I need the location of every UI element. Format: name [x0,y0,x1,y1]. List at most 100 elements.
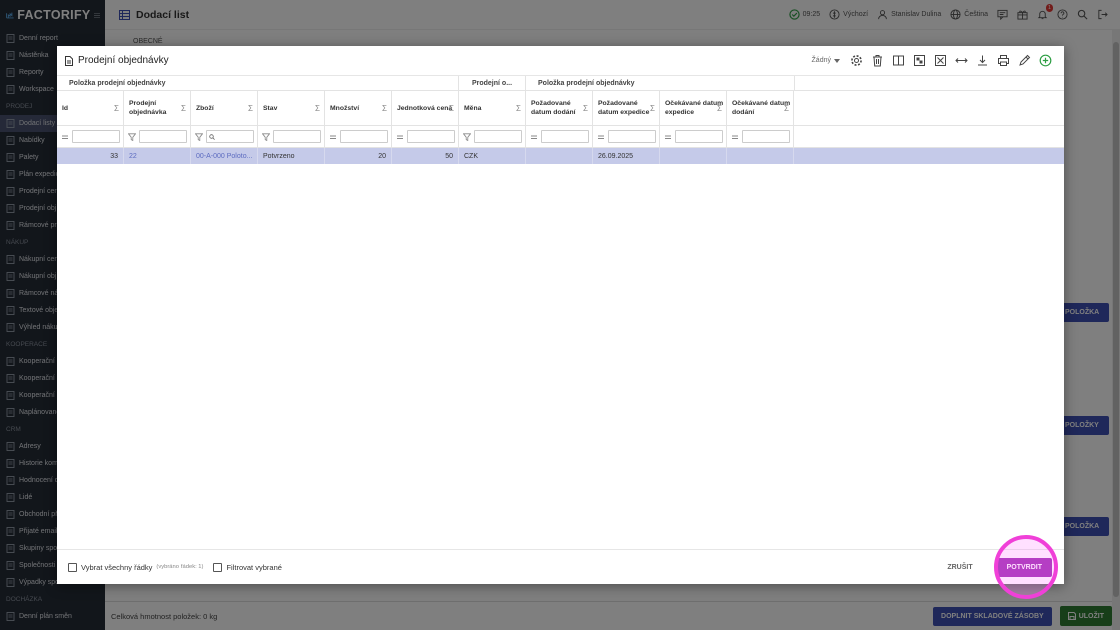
column-header[interactable]: Měna Σ [459,91,526,125]
cell-qty: 20 [325,148,392,164]
filter-input[interactable] [340,130,388,143]
sum-icon[interactable]: Σ [784,104,789,113]
equals-icon[interactable] [396,133,404,141]
filter-selected[interactable]: Filtrovat vybrané [213,562,282,572]
cell-state: Potvrzeno [258,148,325,164]
column-header-label: Zboží [196,104,214,112]
sum-icon[interactable]: Σ [382,104,387,113]
settings-icon[interactable] [850,54,863,67]
search-icon [209,133,215,140]
sum-icon[interactable]: Σ [583,104,588,113]
cell-exp-delivery [727,148,794,164]
filter-input[interactable] [407,130,455,143]
edit-icon[interactable] [1018,54,1031,67]
sum-icon[interactable]: Σ [181,104,186,113]
filter-input[interactable] [72,130,120,143]
equals-icon[interactable] [597,133,605,141]
filter-input[interactable] [273,130,321,143]
cell-order[interactable]: 22 [124,148,191,164]
column-header-label: Id [62,104,69,112]
sum-icon[interactable]: Σ [315,104,320,113]
column-filter [392,126,459,147]
select-all-label: Vybrat všechny řádky [81,562,153,572]
add-circle-icon[interactable] [1039,54,1052,67]
click-highlight-ring [994,535,1058,599]
column-header[interactable]: Prodejní objednávka Σ [124,91,191,125]
filter-input[interactable] [608,130,656,143]
select-all-checkbox[interactable] [68,562,77,572]
column-filter [727,126,794,147]
column-header[interactable]: Stav Σ [258,91,325,125]
sum-icon[interactable]: Σ [717,104,722,113]
sum-icon[interactable]: Σ [449,104,454,113]
view-select-value: Žádný [811,57,831,64]
column-header-label: Stav [263,104,278,112]
cell-exp-dispatch [660,148,727,164]
filter-input[interactable] [675,130,723,143]
equals-icon[interactable] [664,133,672,141]
view-select[interactable]: Žádný [812,57,840,64]
filter-input[interactable] [742,130,790,143]
column-group: Položka prodejní objednávky [57,76,459,90]
download-icon[interactable] [976,54,989,67]
filter-input[interactable] [541,130,589,143]
dialog-header: Prodejní objednávky Žádný [57,46,1064,76]
cell-id: 33 [57,148,124,164]
print-icon[interactable] [997,54,1010,67]
column-filter [57,126,124,147]
cell-req-delivery [526,148,593,164]
filter-input[interactable] [474,130,522,143]
filter-icon[interactable] [128,132,136,141]
columns-icon[interactable] [892,54,905,67]
column-header-label: Měna [464,104,482,112]
sum-icon[interactable]: Σ [650,104,655,113]
column-header[interactable]: Požadované datum dodání Σ [526,91,593,125]
select-all-rows[interactable]: Vybrat všechny řádky (vybráno řádek: 1) [68,562,204,572]
column-filter [124,126,191,147]
equals-icon[interactable] [731,133,739,141]
column-filter [593,126,660,147]
dialog-toolbar: Žádný [812,54,1052,67]
selected-count: (vybráno řádek: 1) [156,564,204,570]
column-group: Prodejní o... [459,76,526,90]
filter-input[interactable] [206,130,254,143]
caret-down-icon [834,58,840,63]
fit-screen-icon[interactable] [934,54,947,67]
column-group-row: Položka prodejní objednávky Prodejní o..… [57,76,1064,91]
column-group: Položka prodejní objednávky [526,76,795,90]
filter-input[interactable] [139,130,187,143]
filter-icon[interactable] [262,132,270,141]
filter-selected-checkbox[interactable] [213,562,223,572]
sum-icon[interactable]: Σ [516,104,521,113]
column-header[interactable]: Požadované datum expedice Σ [593,91,660,125]
expand-width-icon[interactable] [955,54,968,67]
layout-icon[interactable] [913,54,926,67]
data-grid: Položka prodejní objednávky Prodejní o..… [57,76,1064,164]
equals-icon[interactable] [61,133,69,141]
sum-icon[interactable]: Σ [114,104,119,113]
column-header[interactable]: Zboží Σ [191,91,258,125]
grid-body: 33 22 00-A-000 Poloto... Potvrzeno 20 50 CZK 26… [57,148,1064,164]
equals-icon[interactable] [329,133,337,141]
equals-icon[interactable] [530,133,538,141]
table-row[interactable]: 33 22 00-A-000 Poloto... Potvrzeno 20 50 CZK 26… [57,148,1064,164]
sum-icon[interactable]: Σ [248,104,253,113]
document-icon [65,55,73,66]
filter-icon[interactable] [463,132,471,141]
filter-icon[interactable] [195,132,203,141]
cancel-button[interactable]: ZRUŠIT [941,560,978,575]
column-filter [459,126,526,147]
cell-goods[interactable]: 00-A-000 Poloto... [191,148,258,164]
cell-currency: CZK [459,148,526,164]
filter-row [57,126,1064,148]
column-header[interactable]: Id Σ [57,91,124,125]
column-header[interactable]: Množství Σ [325,91,392,125]
column-header[interactable]: Očekávané datum dodání Σ [727,91,794,125]
column-header-label: Jednotková cena [397,104,453,112]
filter-selected-label: Filtrovat vybrané [226,562,282,572]
column-header[interactable]: Očekávané datum expedice Σ [660,91,727,125]
cell-price: 50 [392,148,459,164]
delete-icon[interactable] [871,54,884,67]
column-filter [191,126,258,147]
column-header[interactable]: Jednotková cena Σ [392,91,459,125]
